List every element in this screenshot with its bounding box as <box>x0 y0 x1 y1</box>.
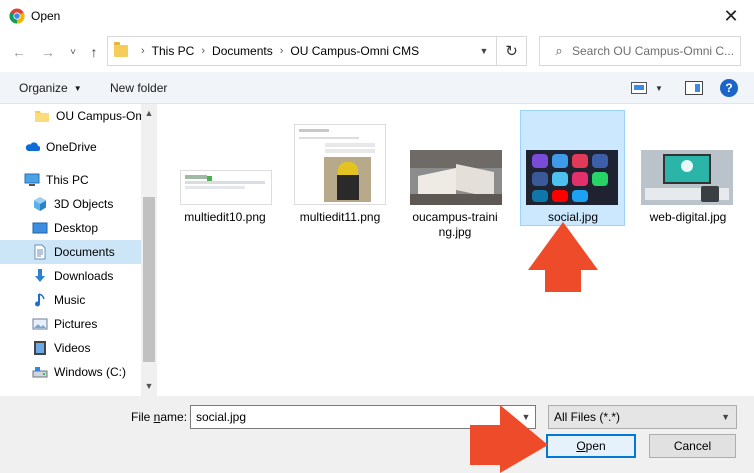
sidebar-item-label: Videos <box>54 341 91 355</box>
sidebar-item-videos[interactable]: Videos <box>0 336 141 360</box>
file-name-multiedit10[interactable]: multiedit10.png <box>177 210 273 225</box>
breadcrumb-separator[interactable]: › <box>201 45 205 57</box>
command-toolbar: Organize ▼ New folder ▼ ? <box>0 72 754 104</box>
chevron-down-icon: ▼ <box>73 84 82 93</box>
3d-objects-icon <box>32 196 48 212</box>
sidebar-item-ou-campus[interactable]: OU Campus-Om <box>0 104 141 128</box>
view-options-chevron-icon[interactable]: ▼ <box>655 84 663 93</box>
sidebar-item-desktop[interactable]: Desktop <box>0 216 141 240</box>
file-thumbnail-multiedit11[interactable] <box>294 124 386 205</box>
change-view-icon[interactable] <box>631 82 647 94</box>
documents-icon <box>32 244 48 260</box>
organize-label: Organize <box>19 81 68 95</box>
sidebar-item-downloads[interactable]: Downloads <box>0 264 141 288</box>
address-bar[interactable]: › This PC › Documents › OU Campus-Omni C… <box>107 36 527 66</box>
sidebar-scrollbar[interactable]: ▲ ▼ <box>141 104 157 396</box>
file-name-line: ng.jpg <box>438 225 472 239</box>
sidebar-item-music[interactable]: Music <box>0 288 141 312</box>
file-thumbnail-oucampus-training[interactable] <box>410 150 502 205</box>
sidebar-item-onedrive[interactable]: OneDrive <box>0 135 141 159</box>
organize-button[interactable]: Organize ▼ <box>19 81 82 95</box>
sidebar-item-3d-objects[interactable]: 3D Objects <box>0 192 141 216</box>
back-button[interactable]: ← <box>9 42 29 62</box>
sidebar-item-label: OU Campus-Om <box>56 109 141 123</box>
scroll-up-icon[interactable]: ▲ <box>141 108 157 118</box>
file-thumbnail-multiedit10[interactable] <box>180 170 272 205</box>
annotation-arrow-up-icon <box>528 222 598 292</box>
file-thumbnail-social[interactable] <box>526 150 618 205</box>
sidebar-item-label: This PC <box>46 173 89 187</box>
annotation-arrow-right-icon <box>470 405 548 473</box>
cancel-button[interactable]: Cancel <box>649 434 736 458</box>
new-folder-button[interactable]: New folder <box>110 81 167 95</box>
folder-icon <box>114 42 128 57</box>
sidebar-item-label: 3D Objects <box>54 197 114 211</box>
chevron-down-icon: ▼ <box>721 412 730 422</box>
pictures-icon <box>32 316 48 332</box>
sidebar-item-label: Pictures <box>54 317 98 331</box>
search-placeholder: Search OU Campus-Omni C... <box>572 44 735 58</box>
sidebar-item-this-pc[interactable]: This PC <box>0 168 141 192</box>
file-name-web-digital[interactable]: web-digital.jpg <box>640 210 736 225</box>
search-box[interactable]: ⌕ Search OU Campus-Omni C... <box>539 36 741 66</box>
open-label: pen <box>585 439 606 453</box>
downloads-icon <box>32 268 48 284</box>
breadcrumb-this-pc[interactable]: This PC <box>152 44 195 58</box>
sidebar-item-label: Windows (C:) <box>54 365 127 379</box>
music-icon <box>32 292 48 308</box>
file-name-label: File name: <box>131 410 187 424</box>
footer-panel: File name: social.jpg ▼ All Files (*.*) … <box>0 396 754 473</box>
forward-button[interactable]: → <box>38 42 58 62</box>
videos-icon <box>32 340 48 356</box>
scrollbar-thumb[interactable] <box>143 197 155 362</box>
open-button[interactable]: Open <box>546 434 636 458</box>
sidebar-item-label: Documents <box>54 245 115 259</box>
file-name-multiedit11[interactable]: multiedit11.png <box>292 210 388 225</box>
this-pc-icon <box>24 172 40 188</box>
sidebar-item-label: Desktop <box>54 221 99 235</box>
navigation-bar: ← → ˅ ↑ › This PC › Documents › OU Campu… <box>0 32 754 72</box>
file-list: multiedit10.png multiedit11.png oucampus… <box>157 104 754 396</box>
breadcrumb-documents[interactable]: Documents <box>212 44 273 58</box>
sidebar-item-label: Music <box>54 293 86 307</box>
address-dropdown-icon[interactable]: ▼ <box>474 37 494 65</box>
file-thumbnail-web-digital[interactable] <box>641 150 733 205</box>
file-type-select[interactable]: All Files (*.*) ▼ <box>548 405 737 429</box>
file-name-label-post: ame: <box>160 410 188 424</box>
breadcrumb-separator[interactable]: › <box>280 45 284 57</box>
sidebar-item-label: OneDrive <box>46 140 97 154</box>
title-bar: Open ✕ <box>0 0 754 32</box>
refresh-button[interactable]: ↻ <box>496 37 526 65</box>
file-name-oucampus-training[interactable]: oucampus-traini ng.jpg <box>407 210 503 240</box>
sidebar-item-windows-c[interactable]: Windows (C:) <box>0 360 141 384</box>
file-name-label-pre: File <box>131 410 154 424</box>
sidebar-item-pictures[interactable]: Pictures <box>0 312 141 336</box>
file-name-line: oucampus-traini <box>412 210 498 224</box>
search-icon: ⌕ <box>555 43 563 58</box>
drive-icon <box>32 364 48 380</box>
file-type-value: All Files (*.*) <box>554 410 621 424</box>
open-label-access-key: O <box>576 439 586 453</box>
breadcrumb-ou-campus[interactable]: OU Campus-Omni CMS <box>290 44 419 58</box>
desktop-icon <box>32 220 48 236</box>
breadcrumb-separator: › <box>141 45 145 57</box>
sidebar-item-documents[interactable]: Documents <box>0 240 141 264</box>
onedrive-icon <box>24 139 40 155</box>
folder-icon <box>34 108 50 124</box>
preview-pane-icon[interactable] <box>685 81 703 95</box>
chrome-icon <box>9 8 25 24</box>
close-button[interactable]: ✕ <box>708 0 754 32</box>
up-button[interactable]: ↑ <box>84 42 104 62</box>
sidebar-item-label: Downloads <box>54 269 114 283</box>
navigation-pane: OU Campus-Om OneDrive This PC 3D Objects… <box>0 104 157 396</box>
window-title: Open <box>31 9 61 23</box>
scroll-down-icon[interactable]: ▼ <box>141 381 157 391</box>
help-icon[interactable]: ? <box>720 79 738 97</box>
recent-locations-button[interactable]: ˅ <box>63 42 83 62</box>
